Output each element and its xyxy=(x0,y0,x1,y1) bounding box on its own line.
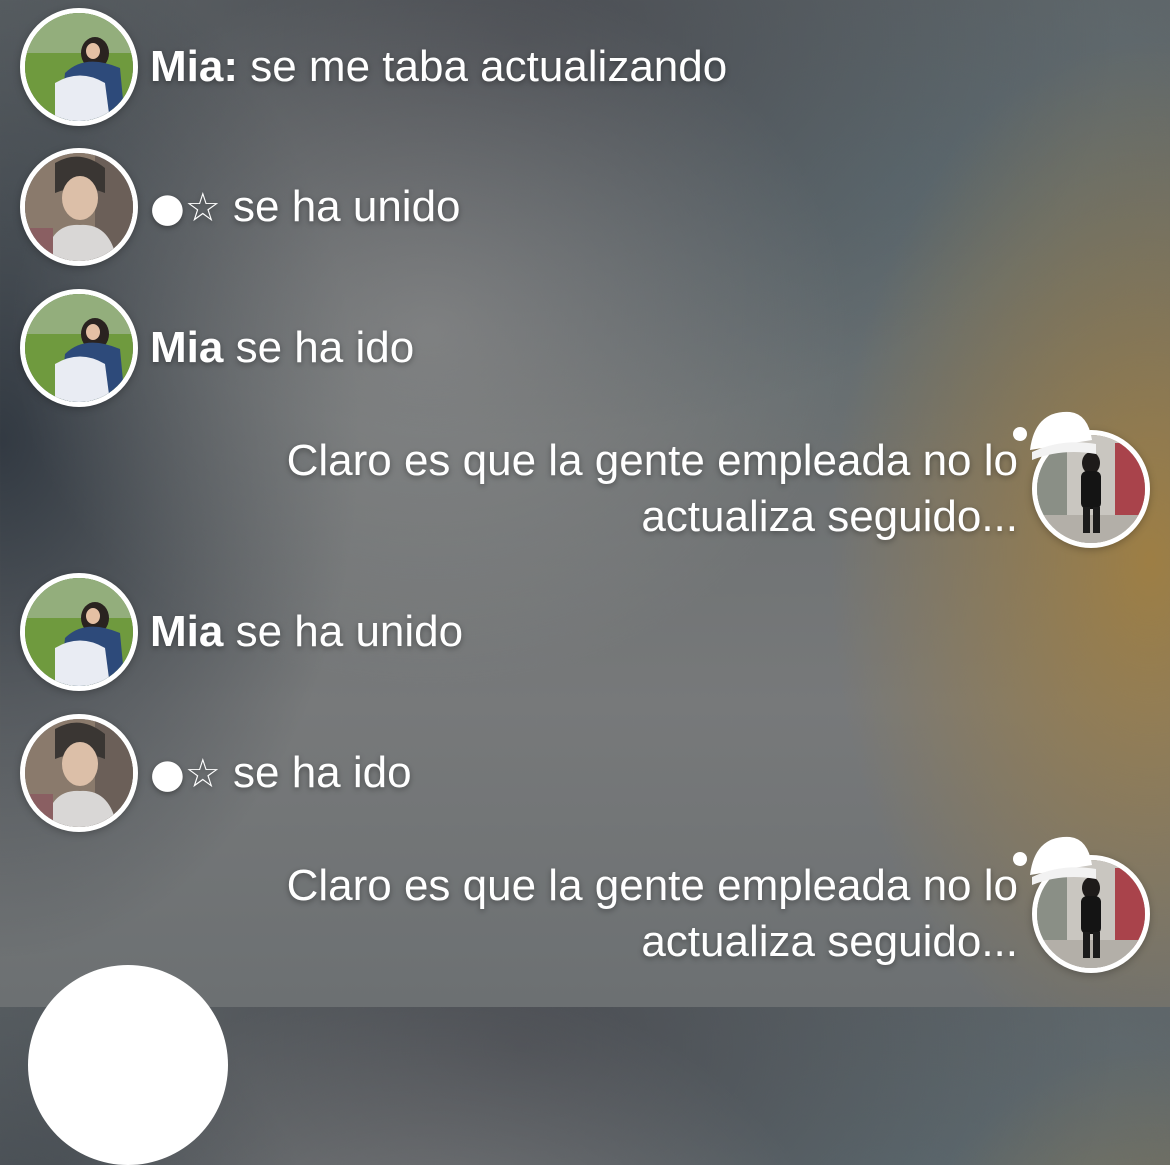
chat-feed: Mia: se me taba actualizando ●☆ se ha un… xyxy=(0,0,1170,1007)
own-avatar-wrap xyxy=(1013,836,1150,973)
event-body: se ha unido xyxy=(233,181,461,231)
floating-action-button[interactable] xyxy=(28,965,228,1165)
user-symbol-name: ●☆ xyxy=(150,184,221,231)
avatar-image xyxy=(25,13,133,121)
leave-event-row: Mia se ha ido xyxy=(20,289,414,407)
santa-hat-icon xyxy=(1013,411,1096,460)
message-body: se me taba actualizando xyxy=(250,42,728,91)
message-text: Mia: se me taba actualizando xyxy=(150,39,727,95)
event-text: Mia se ha ido xyxy=(150,320,414,376)
avatar-mia[interactable] xyxy=(20,573,138,691)
leave-event-row: ●☆ se ha ido xyxy=(20,714,412,832)
event-author: Mia xyxy=(150,607,224,656)
avatar-mia[interactable] xyxy=(20,8,138,126)
chat-message-row: Mia: se me taba actualizando xyxy=(20,8,727,126)
event-text: ●☆ se ha ido xyxy=(150,745,412,802)
own-avatar-wrap xyxy=(1013,411,1150,548)
message-author: Mia: xyxy=(150,42,238,91)
event-body: se ha ido xyxy=(235,323,415,372)
avatar-image xyxy=(25,719,133,827)
own-message-row: Claro es que la gente empleada no lo act… xyxy=(178,411,1150,548)
join-event-row: Mia se ha unido xyxy=(20,573,463,691)
own-message-row: Claro es que la gente empleada no lo act… xyxy=(178,836,1150,973)
user-symbol-name: ●☆ xyxy=(150,750,221,797)
avatar-mia[interactable] xyxy=(20,289,138,407)
event-body: se ha unido xyxy=(235,607,464,656)
avatar-image xyxy=(25,578,133,686)
own-message-text: Claro es que la gente empleada no lo act… xyxy=(286,436,1018,541)
join-event-row: ●☆ se ha unido xyxy=(20,148,461,266)
event-body: se ha ido xyxy=(233,747,412,797)
avatar-image xyxy=(25,153,133,261)
avatar-image xyxy=(25,294,133,402)
event-author: Mia xyxy=(150,323,224,372)
event-text: Mia se ha unido xyxy=(150,604,463,660)
santa-hat-icon xyxy=(1013,836,1096,885)
avatar-boy[interactable] xyxy=(20,148,138,266)
event-text: ●☆ se ha unido xyxy=(150,179,461,236)
avatar-boy[interactable] xyxy=(20,714,138,832)
own-message-text: Claro es que la gente empleada no lo act… xyxy=(286,861,1018,966)
